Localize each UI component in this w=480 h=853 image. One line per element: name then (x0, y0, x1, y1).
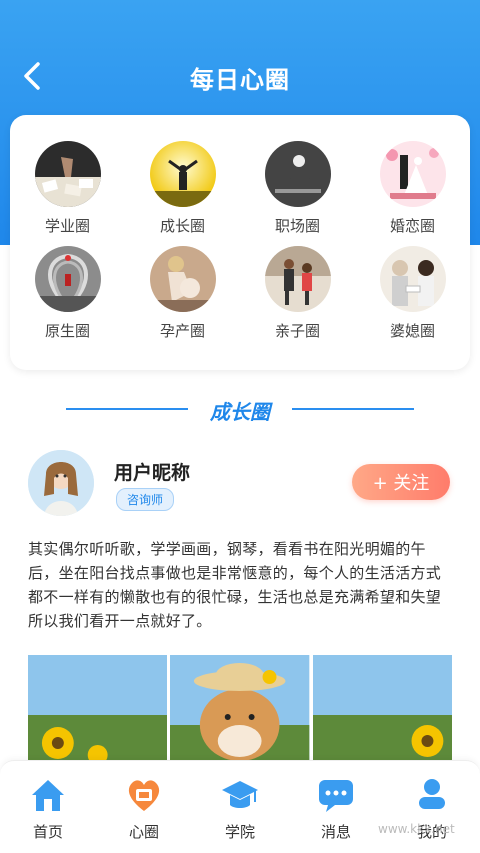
category-image (379, 246, 446, 312)
post-photo[interactable] (28, 655, 168, 765)
category-label: 职场圈 (274, 217, 320, 235)
category-label: 成长圈 (159, 217, 205, 235)
tab-label: 心圈 (128, 823, 159, 841)
divider (292, 408, 414, 410)
category-image (264, 246, 331, 312)
avatar[interactable] (28, 450, 94, 516)
tab-circle[interactable]: 心圈 (96, 775, 192, 845)
category-item-family-origin[interactable]: 原生圈 (10, 246, 125, 340)
heart-icon (128, 780, 160, 811)
tab-home[interactable]: 首页 (0, 775, 96, 845)
category-image (34, 246, 101, 312)
category-item-parenting[interactable]: 亲子圈 (240, 246, 355, 340)
message-icon (319, 780, 353, 812)
graduation-cap-icon (222, 781, 258, 808)
tab-label: 学院 (224, 823, 255, 841)
tab-label: 首页 (32, 823, 63, 841)
category-item-growth[interactable]: 成长圈 (125, 141, 240, 235)
category-image (34, 141, 101, 207)
tab-academy[interactable]: 学院 (192, 775, 288, 845)
category-image (149, 246, 216, 312)
category-item-marriage[interactable]: 婚恋圈 (355, 141, 470, 235)
category-item-pregnancy[interactable]: 孕产圈 (125, 246, 240, 340)
top-bar: 每日心圈 (0, 50, 480, 102)
post-content: 其实偶尔听听歌，学学画画，钢琴，看看书在阳光明媚的午后，坐在阳台找点事做也是非常… (28, 540, 442, 630)
category-label: 婆媳圈 (389, 322, 435, 340)
category-card: 学业圈 成长圈 职场圈 婚恋圈 原生圈 孕产圈 亲子圈 婆媳圈 (10, 115, 470, 370)
category-image (264, 141, 331, 207)
category-label: 亲子圈 (274, 322, 320, 340)
category-item-study[interactable]: 学业圈 (10, 141, 125, 235)
section-header: 成长圈 (0, 392, 480, 426)
category-item-work[interactable]: 职场圈 (240, 141, 355, 235)
role-badge: 咨询师 (116, 488, 175, 511)
category-label: 婚恋圈 (389, 217, 435, 235)
category-label: 学业圈 (44, 217, 90, 235)
follow-button[interactable]: + 关注 (352, 464, 450, 500)
category-label: 原生圈 (44, 322, 90, 340)
post-photo[interactable] (312, 655, 452, 765)
post-header: 用户昵称 咨询师 + 关注 (28, 450, 458, 520)
tab-label: 消息 (320, 823, 351, 841)
home-icon (32, 780, 64, 811)
category-label: 孕产圈 (159, 322, 205, 340)
watermark: www.kkx.net (378, 822, 455, 836)
tab-messages[interactable]: 消息 (288, 775, 384, 845)
category-image (379, 141, 446, 207)
bottom-tab-bar: 首页 心圈 学院 消息 我的 (0, 760, 480, 853)
section-title: 成长圈 (210, 400, 270, 424)
page-title: 每日心圈 (190, 66, 290, 94)
category-item-in-law[interactable]: 婆媳圈 (355, 246, 470, 340)
post-photo[interactable] (170, 655, 310, 765)
username: 用户昵称 (114, 462, 191, 484)
category-grid: 学业圈 成长圈 职场圈 婚恋圈 原生圈 孕产圈 亲子圈 婆媳圈 (10, 141, 470, 340)
user-icon (419, 779, 445, 809)
post-photos (28, 655, 452, 765)
category-image (149, 141, 216, 207)
